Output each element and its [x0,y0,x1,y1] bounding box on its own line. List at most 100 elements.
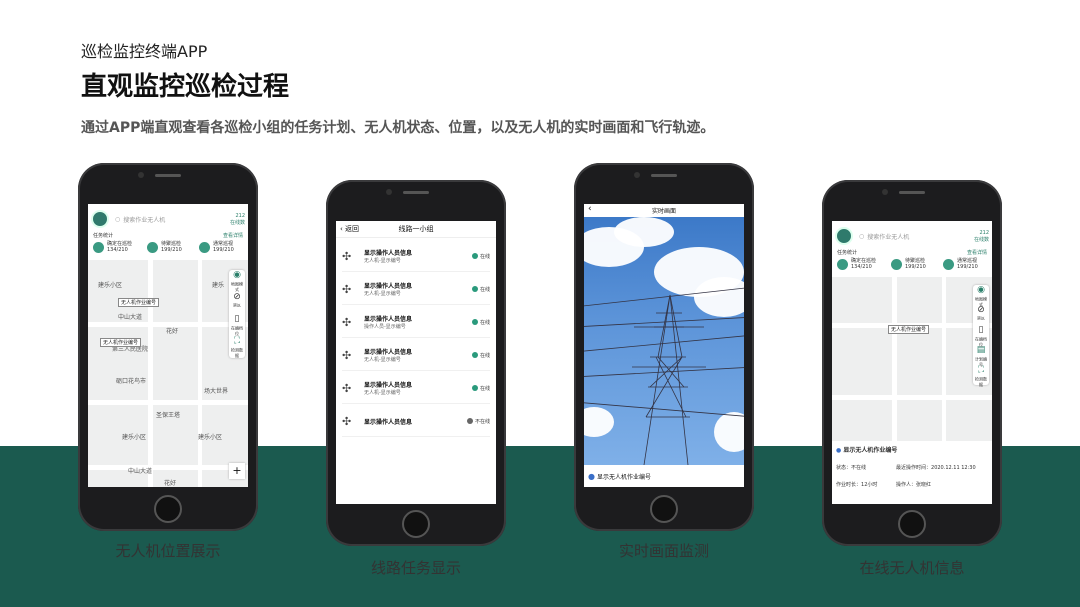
stat-value: 199/210 [957,264,978,270]
info-title: 显示无人机作业编号 [843,447,898,454]
caption-live-monitor: 实时画面监测 [618,542,709,560]
list-item[interactable]: ✣ 显示操作人员信息 无人机-显示编号 在线 [342,274,490,305]
operator-name: 显示操作人员信息 [364,283,413,290]
operator-name: 显示操作人员信息 [364,316,413,323]
operator-sub: 操作人员-显示编号 [364,324,406,330]
info-row: 作业时长：12小时 操作人：张晓红 [836,481,988,488]
person-icon [837,258,848,270]
status-dot-icon [471,286,478,292]
status-value: 不在线 [851,465,867,471]
task-stats-title: 任务统计 [837,250,858,256]
operator-sub: 无人机-显示编号 [364,390,401,396]
globe-icon[interactable]: ◉ 地图模式 [229,270,245,293]
drone-icon: ✣ [342,414,352,428]
status-label: 状态： [836,465,852,471]
camera [634,172,640,178]
avatar[interactable] [91,210,109,228]
task-details-link[interactable]: 查看详情 [223,232,243,239]
map-label: 建乐小区 [98,282,123,289]
drone-pin[interactable]: 无人机作业编号 [888,325,930,334]
status-badge: 在线 [471,319,490,326]
search-input[interactable]: 搜索作业无人机 [123,215,230,224]
person-icon [891,258,902,270]
drone-info-panel: ● 显示无人机作业编号 状态：不在线 最近操作时间：2020.12.11 12:… [832,441,992,504]
phone4-screen: ○ 搜索作业无人机 212 在线数 任务统计 查看详情 确定在巡检 134/210 … [832,221,992,504]
online-count: 212 在线数 [974,230,989,243]
operator-name: 显示操作人员信息 [364,349,413,356]
map-label: 场大世界 [204,388,229,395]
map-label: 圣保王塔 [156,412,181,419]
task-stats-title: 任务统计 [93,233,114,239]
map-label: 中山大道 [118,314,143,321]
status-dot-icon [471,385,478,391]
live-video-feed[interactable] [584,217,744,465]
speaker [651,174,677,177]
battery-icon[interactable]: ▯ 在编档位 [973,325,989,348]
caption-drone-location: 无人机位置展示 [115,542,221,560]
toolbar-label: 禁区 [232,303,241,309]
info-row: 状态：不在线 最近操作时间：2020.12.11 12:30 [836,464,988,471]
operator-sub: 无人机-显示编号 [364,258,401,264]
camera [882,189,888,195]
phone-mockup-info: ○ 搜索作业无人机 212 在线数 任务统计 查看详情 确定在巡检 134/210 … [822,180,1002,546]
page-title: 直观监控巡检过程 [81,72,290,102]
search-input[interactable]: 搜索作业无人机 [867,232,974,241]
scan-icon[interactable]: ⛶ 检测数据 [229,336,245,359]
map-label: 建乐小区 [198,434,223,441]
map-label: 花好 [166,328,179,335]
list-item[interactable]: ✣ 显示操作人员信息 无人机-显示编号 在线 [342,241,490,272]
stat-value: 199/210 [905,264,926,270]
map-view[interactable]: 建乐小区 中山大道 花好 建乐 第三人民医院 砺口花鸟市 场大世界 圣保王塔 建… [88,260,248,487]
toolbar-label: 检测数据 [974,377,987,388]
duration-value: 12小时 [861,482,878,488]
toolbar-label: 检测数据 [230,348,243,359]
list-item[interactable]: ✣ 显示操作人员信息 操作人员-显示编号 在线 [342,307,490,338]
status-text: 不在线 [474,418,490,425]
phone-mockup-video: ‹ 实时画面 ● 显示无人机作业编号 [574,163,754,531]
toolbar-label: 在编档位 [230,326,243,337]
status-badge: 在线 [471,385,490,392]
search-bar[interactable]: ○ 搜索作业无人机 212 在线数 [91,207,245,231]
list-item[interactable]: ✣ 显示操作人员信息 无人机-显示编号 在线 [342,340,490,371]
no-entry-icon[interactable]: ⊘ 禁区 [973,305,989,325]
scan-icon[interactable]: ⛶ 检测数据 [973,365,989,388]
drone-icon: ✣ [342,249,352,263]
task-details-link[interactable]: 查看详情 [967,249,987,256]
operator-sub: 无人机-显示编号 [364,357,401,363]
stat-value: 199/210 [213,247,234,253]
avatar[interactable] [835,227,853,245]
online-count-label: 在线数 [973,236,989,243]
phone3-screen: ‹ 实时画面 ● 显示无人机作业编号 [584,204,744,487]
page-subtitle: 巡检监控终端APP [81,42,208,61]
no-entry-icon[interactable]: ⊘ 禁区 [229,292,245,314]
status-dot-icon [471,352,478,358]
speaker [155,174,181,177]
operator-name: 显示操作人员信息 [364,418,413,426]
screen-title: 实时画面 [651,208,676,215]
caption-online-drone-info: 在线无人机信息 [859,559,965,577]
page-description: 通过APP端直观查看各巡检小组的任务计划、无人机状态、位置，以及无人机的实时画面… [81,120,715,136]
zoom-in-button[interactable]: + [229,463,245,479]
operator-label: 操作人： [896,482,917,488]
location-pin-icon: ● [588,471,595,481]
status-text: 在线 [479,286,490,293]
battery-icon[interactable]: ▯ 在编档位 [229,314,245,337]
camera [138,172,144,178]
search-bar[interactable]: ○ 搜索作业无人机 212 在线数 [835,224,989,248]
operator-name: 显示操作人员信息 [364,250,413,257]
map-view[interactable]: 无人机作业编号 ◉ 地图模式 ⊘ 禁区 ▯ 在编档位 ▤ 计划编号 ⛶ 检测数据 [832,277,992,441]
caption-route-tasks: 线路任务显示 [370,559,461,577]
drone-pin[interactable]: 无人机作业编号 [100,338,142,347]
task-stats: 任务统计 查看详情 确定在巡检 134/210 待聚巡检 199/210 通常巡视 1… [91,232,245,258]
drone-pin[interactable]: 无人机作业编号 [118,298,160,307]
home-button [154,495,182,523]
list-item[interactable]: ✣ 显示操作人员信息 不在线 [342,406,490,437]
home-button [402,510,430,538]
list-item[interactable]: ✣ 显示操作人员信息 无人机-显示编号 在线 [342,373,490,404]
map-label: 中山大道 [128,468,153,475]
globe-icon[interactable]: ◉ 地图模式 [973,285,989,308]
toolbar-label: 地图模式 [230,282,243,293]
clipboard-icon[interactable]: ▤ 计划编号 [973,345,989,368]
status-dot-icon [466,418,473,424]
status-badge: 在线 [471,286,490,293]
